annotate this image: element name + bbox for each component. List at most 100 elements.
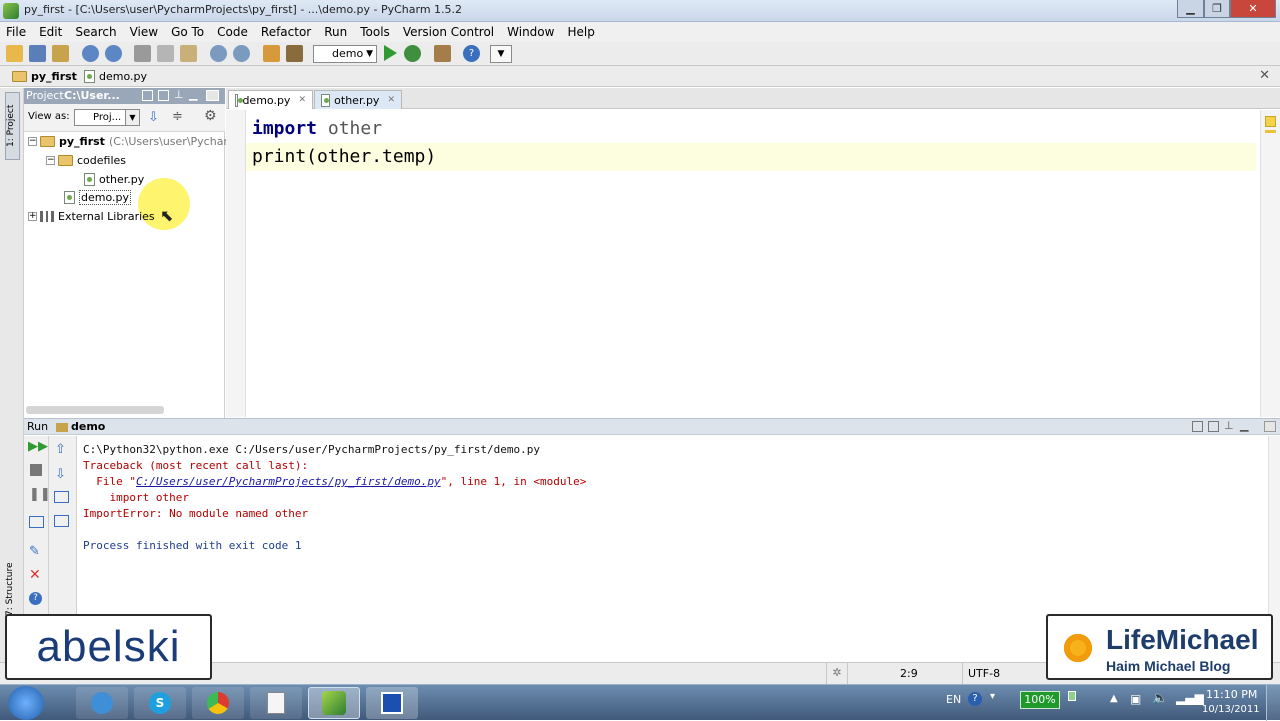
- menu-run[interactable]: Run: [324, 25, 347, 39]
- menu-code[interactable]: Code: [217, 25, 248, 39]
- cut-icon[interactable]: [134, 45, 151, 62]
- nav-file[interactable]: demo.py: [84, 70, 147, 83]
- taskbar-recorder[interactable]: [366, 687, 418, 719]
- expand-icon[interactable]: +: [28, 211, 37, 221]
- code-line-1[interactable]: import other: [252, 115, 382, 143]
- run-minimize-icon[interactable]: ▁: [1240, 419, 1248, 432]
- replace-icon[interactable]: [233, 45, 250, 62]
- taskbar-document[interactable]: [250, 687, 302, 719]
- copy-icon[interactable]: [157, 45, 174, 62]
- structure-side-tab[interactable]: 7: Structure: [5, 558, 20, 620]
- tree-file-demo-py[interactable]: demo.py: [64, 188, 131, 206]
- pin-tab-icon[interactable]: ✎: [29, 544, 40, 559]
- stop-icon[interactable]: [30, 464, 42, 476]
- warning-stripe[interactable]: [1265, 130, 1276, 133]
- find-icon[interactable]: [210, 45, 227, 62]
- help-icon[interactable]: ?: [29, 592, 42, 605]
- menu-tools[interactable]: Tools: [360, 25, 390, 39]
- panel-float-icon[interactable]: [158, 90, 169, 101]
- panel-restore-icon[interactable]: [142, 90, 153, 101]
- autoscroll-icon[interactable]: ⇩: [148, 110, 159, 125]
- signal-icon[interactable]: ▂▄▆: [1176, 691, 1204, 705]
- project-side-tab[interactable]: 1: Project: [5, 92, 20, 160]
- warning-marker-icon[interactable]: [1265, 116, 1276, 127]
- run-icon[interactable]: [384, 45, 397, 61]
- rerun-icon[interactable]: ▶▶: [28, 439, 48, 454]
- menu-window[interactable]: Window: [507, 25, 554, 39]
- battery-percent[interactable]: 100%: [1020, 691, 1060, 709]
- tree-folder-codefiles[interactable]: − codefiles: [46, 151, 126, 169]
- back-icon[interactable]: [263, 45, 280, 62]
- clock-time[interactable]: 11:10 PM: [1206, 688, 1257, 701]
- caret-position[interactable]: 2:9: [900, 667, 918, 680]
- pause-icon[interactable]: ❚❚: [29, 487, 51, 502]
- maximize-button[interactable]: ❐: [1204, 0, 1230, 18]
- taskbar-skype[interactable]: S: [134, 687, 186, 719]
- code-line-2[interactable]: print(other.temp): [252, 143, 436, 171]
- network-device-icon[interactable]: ▣: [1130, 692, 1141, 706]
- menu-goto[interactable]: Go To: [171, 25, 204, 39]
- up-trace-icon[interactable]: ⇧: [55, 442, 66, 457]
- panel-hide-icon[interactable]: [206, 90, 219, 101]
- taskbar-pycharm[interactable]: [308, 687, 360, 719]
- collapse-icon[interactable]: −: [28, 136, 37, 146]
- panel-pin-icon[interactable]: ⊥: [174, 88, 184, 101]
- close-nav-icon[interactable]: ✕: [1259, 68, 1270, 83]
- nav-project[interactable]: py_first: [12, 70, 77, 83]
- collapse-icon[interactable]: −: [46, 155, 55, 165]
- help-tray-icon[interactable]: ?: [968, 692, 982, 706]
- collapse-all-icon[interactable]: ≑: [172, 109, 183, 124]
- taskbar-chrome[interactable]: [192, 687, 244, 719]
- green-tray-icon[interactable]: [1068, 691, 1076, 701]
- tray-options-icon[interactable]: ▾: [990, 691, 995, 702]
- tree-file-other-py[interactable]: other.py: [84, 170, 144, 188]
- menu-file[interactable]: File: [6, 25, 26, 39]
- soft-wrap-icon[interactable]: [54, 491, 69, 503]
- code-editor[interactable]: import other print(other.temp): [246, 110, 1260, 417]
- help-icon[interactable]: ?: [463, 45, 480, 62]
- forward-icon[interactable]: [286, 45, 303, 62]
- menu-view[interactable]: View: [130, 25, 158, 39]
- scroll-end-icon[interactable]: [54, 515, 69, 527]
- traceback-file-link[interactable]: C:/Users/user/PycharmProjects/py_first/d…: [136, 475, 441, 488]
- paste-icon[interactable]: [180, 45, 197, 62]
- menu-edit[interactable]: Edit: [39, 25, 62, 39]
- horizontal-scrollbar[interactable]: [26, 406, 164, 414]
- menu-search[interactable]: Search: [75, 25, 116, 39]
- sync-icon[interactable]: [52, 45, 69, 62]
- show-desktop-button[interactable]: [1266, 685, 1280, 721]
- view-as-select[interactable]: Proj... ▼: [74, 109, 140, 126]
- language-indicator[interactable]: EN: [946, 693, 961, 706]
- open-folder-icon[interactable]: [6, 45, 23, 62]
- start-button[interactable]: [8, 686, 44, 720]
- tree-root-py-first[interactable]: − py_first (C:\Users\user\Pycharm: [28, 132, 238, 150]
- close-button[interactable]: ✕: [1230, 0, 1276, 18]
- save-icon[interactable]: [29, 45, 46, 62]
- file-encoding[interactable]: UTF-8: [968, 667, 1000, 680]
- tree-external-libraries[interactable]: + External Libraries: [28, 207, 155, 225]
- tab-close-icon[interactable]: ✕: [387, 95, 395, 105]
- tab-demo-py[interactable]: demo.py ✕: [228, 90, 313, 109]
- clock-date[interactable]: 10/13/2011: [1202, 704, 1260, 715]
- run-pin-icon[interactable]: ⊥: [1224, 419, 1234, 432]
- toolbar-dropdown-icon[interactable]: ▼: [490, 45, 512, 63]
- status-settings-icon[interactable]: ✲: [826, 663, 848, 684]
- gear-icon[interactable]: ⚙: [204, 108, 217, 124]
- menu-version-control[interactable]: Version Control: [403, 25, 494, 39]
- undo-icon[interactable]: [82, 45, 99, 62]
- menu-help[interactable]: Help: [567, 25, 594, 39]
- redo-icon[interactable]: [105, 45, 122, 62]
- tab-close-icon[interactable]: ✕: [298, 95, 306, 105]
- debug-icon[interactable]: [404, 45, 421, 62]
- minimize-button[interactable]: ▁: [1177, 0, 1204, 18]
- show-hidden-icons[interactable]: ▲: [1110, 693, 1118, 704]
- run-float-icon[interactable]: [1208, 421, 1219, 432]
- down-trace-icon[interactable]: ⇩: [55, 467, 66, 482]
- settings-icon[interactable]: [434, 45, 451, 62]
- layout-icon[interactable]: [29, 516, 44, 528]
- panel-minimize-icon[interactable]: ▁: [189, 88, 197, 101]
- run-restore-icon[interactable]: [1192, 421, 1203, 432]
- run-config-select[interactable]: demo ▼: [313, 45, 377, 63]
- menu-refactor[interactable]: Refactor: [261, 25, 311, 39]
- volume-icon[interactable]: 🔈: [1152, 691, 1168, 706]
